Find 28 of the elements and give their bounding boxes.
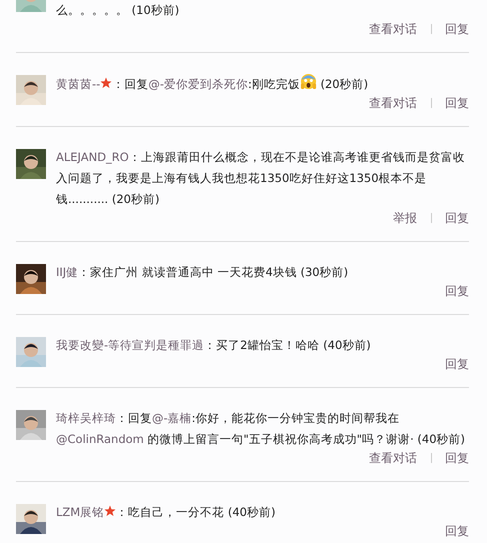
action-link[interactable]: 查看对话: [369, 94, 417, 112]
username-link[interactable]: 琦梓吴梓琦: [56, 411, 116, 425]
action-link[interactable]: 回复: [445, 210, 469, 226]
action-link[interactable]: 回复: [445, 94, 469, 112]
username-link[interactable]: IIJ健: [56, 265, 78, 279]
comment-text: 黄茵茵-- ：回复@-爱你爱到杀死你:刚吃完饭 (20秒前): [56, 73, 468, 95]
comment-text: ALEJAND_RO：上海跟莆田什么概念，现在不是论谁高考谁更省钱而是贫富收入问题了，我要是上海有钱人我也想花1350吃好住好这1350根本不是钱........... (20秒前): [56, 149, 466, 208]
action-link[interactable]: 回复: [445, 356, 469, 372]
screaming-face-icon: [300, 73, 317, 90]
username-link[interactable]: LZM展铭: [56, 505, 104, 519]
action-link[interactable]: 查看对话: [369, 450, 417, 466]
comment-text: IIJ健：家住广州 就读普通高中 一天花费4块钱 (30秒前): [56, 264, 350, 281]
username-link[interactable]: 黄茵茵--: [56, 77, 100, 91]
action-link[interactable]: 回复: [445, 20, 469, 38]
username-link[interactable]: ALEJAND_RO: [56, 150, 129, 164]
mention-link[interactable]: @ColinRandom: [56, 432, 144, 446]
comment-text: 琦梓吴梓琦：回复@-嘉楠:你好，能花你一分钟宝贵的时间帮我在 @ColinRandom 的微博上留言一句"五子棋祝你高考成功"吗？谢谢· (40秒前): [56, 410, 466, 448]
action-link[interactable]: 回复: [445, 522, 469, 540]
comment-text: 我要改變-等待宣判是種罪過：买了2罐怡宝！哈哈 (40秒前): [56, 337, 372, 354]
action-link[interactable]: 举报: [393, 210, 417, 226]
action-link[interactable]: 回复: [445, 450, 469, 466]
username-link[interactable]: 我要改變-等待宣判是種罪過: [56, 338, 204, 352]
comment-text: 么。。。。。 (10秒前): [56, 2, 180, 19]
action-link[interactable]: 回复: [445, 282, 469, 300]
mention-link[interactable]: @-爱你爱到杀死你: [148, 77, 248, 91]
action-link[interactable]: 查看对话: [369, 20, 417, 38]
comment-text: LZM展铭 ：吃自己，一分不花 (40秒前): [56, 504, 276, 521]
mention-link[interactable]: @-嘉楠: [152, 411, 192, 425]
